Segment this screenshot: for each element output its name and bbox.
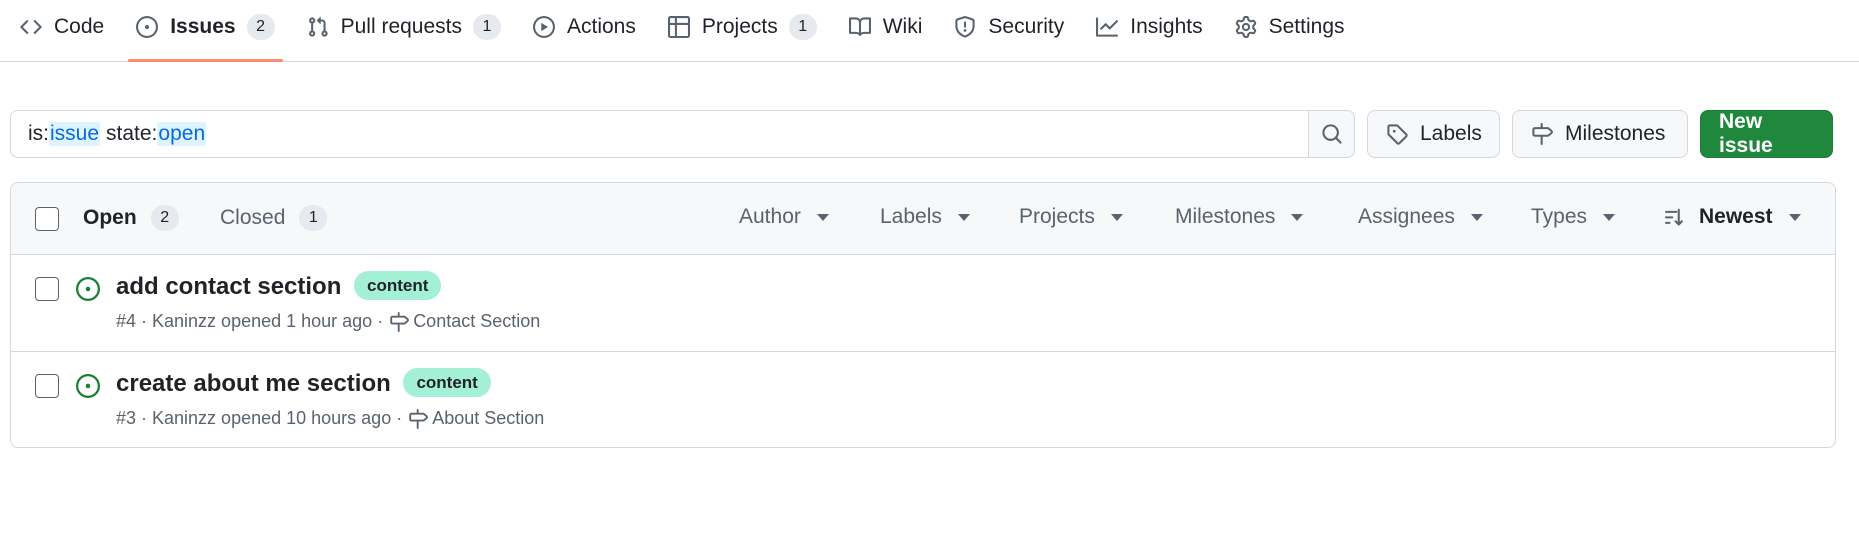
tab-pull-requests[interactable]: Pull requests 1 (293, 0, 515, 54)
issue-meta-text: #3 · Kaninzz opened 10 hours ago · (116, 408, 403, 428)
projects-counter: 1 (788, 14, 817, 40)
author-filter-label: Author (739, 205, 801, 228)
graph-icon (1096, 16, 1119, 38)
triangle-down-icon (1470, 213, 1483, 221)
issue-row: create about me section content #3 · Kan… (11, 352, 1835, 447)
tab-actions-label: Actions (567, 15, 636, 38)
search-button[interactable] (1308, 110, 1355, 158)
tab-pull-requests-label: Pull requests (340, 15, 462, 38)
open-issues-label: Open (83, 206, 137, 229)
triangle-down-icon (1110, 213, 1123, 221)
triangle-down-icon (816, 213, 829, 221)
closed-issues-label: Closed (220, 206, 286, 229)
repo-nav: Code Issues 2 Pull requests 1 Actions Pr… (0, 0, 1859, 62)
issue-title-link[interactable]: create about me section (116, 370, 391, 397)
issue-title-row: add contact section content (116, 271, 442, 301)
search-value-open: open (157, 122, 207, 146)
tab-security-label: Security (988, 15, 1065, 38)
assignees-filter-label: Assignees (1358, 205, 1455, 228)
search-input[interactable]: is: issue state: open (10, 110, 1308, 158)
issues-list: Open 2 Closed 1 Author Labels Projects M… (10, 182, 1836, 448)
tab-code-label: Code (54, 15, 105, 38)
labels-button[interactable]: Labels (1367, 110, 1500, 158)
tab-issues-label: Issues (170, 15, 236, 38)
issues-list-header: Open 2 Closed 1 Author Labels Projects M… (11, 183, 1835, 255)
issue-meta-text: #4 · Kaninzz opened 1 hour ago · (116, 311, 384, 331)
gear-icon (1235, 16, 1257, 38)
labels-filter-label: Labels (880, 205, 942, 228)
issue-milestone-link[interactable]: About Section (432, 408, 544, 429)
issue-opened-icon (136, 16, 159, 38)
triangle-down-icon (957, 213, 970, 221)
issues-toolbar: is: issue state: open Labels Milestones New… (10, 110, 1836, 158)
closed-issues-tab[interactable]: Closed 1 (220, 205, 328, 231)
search-icon (1321, 123, 1343, 145)
tab-projects[interactable]: Projects 1 (654, 0, 831, 54)
tab-wiki[interactable]: Wiki (835, 0, 937, 54)
issue-label-badge[interactable]: content (403, 368, 491, 397)
assignees-filter[interactable]: Assignees (1358, 205, 1483, 229)
issue-title-row: create about me section content (116, 368, 491, 398)
projects-filter[interactable]: Projects (1019, 205, 1123, 229)
issues-counter: 2 (246, 14, 275, 40)
author-filter[interactable]: Author (739, 205, 829, 229)
tab-projects-label: Projects (701, 15, 778, 38)
issue-meta: #4 · Kaninzz opened 1 hour ago · Contact… (116, 311, 540, 332)
milestone-icon (389, 311, 410, 332)
issue-meta: #3 · Kaninzz opened 10 hours ago · About… (116, 408, 544, 429)
tab-insights-label: Insights (1130, 15, 1203, 38)
issue-milestone-link[interactable]: Contact Section (413, 311, 540, 332)
tab-wiki-label: Wiki (882, 15, 923, 38)
new-issue-button[interactable]: New issue (1700, 110, 1833, 158)
search-value-issue: issue (49, 122, 101, 146)
types-filter-label: Types (1531, 205, 1588, 228)
triangle-down-icon (1788, 213, 1801, 221)
tag-icon (1386, 123, 1408, 145)
shield-icon (954, 16, 976, 38)
open-issues-counter: 2 (150, 205, 179, 231)
issue-checkbox[interactable] (35, 374, 59, 398)
labels-button-label: Labels (1420, 122, 1482, 145)
sort-dropdown[interactable]: Newest (1665, 205, 1801, 229)
issue-title-link[interactable]: add contact section (116, 273, 341, 300)
issue-label-badge[interactable]: content (354, 271, 442, 300)
open-issues-tab[interactable]: Open 2 (83, 205, 179, 231)
pull-requests-counter: 1 (473, 14, 501, 40)
milestones-filter[interactable]: Milestones (1175, 205, 1304, 229)
code-icon (20, 16, 42, 38)
git-pull-request-icon (307, 16, 329, 38)
types-filter[interactable]: Types (1531, 205, 1616, 229)
milestone-icon (408, 408, 429, 429)
tab-actions[interactable]: Actions (519, 0, 650, 54)
milestones-filter-label: Milestones (1175, 205, 1276, 228)
tab-security[interactable]: Security (940, 0, 1078, 54)
select-all-checkbox[interactable] (35, 207, 59, 231)
issue-row: add contact section content #4 · Kaninzz… (11, 255, 1835, 352)
search-qualifier-is: is: (28, 122, 49, 145)
issue-checkbox[interactable] (35, 277, 59, 301)
triangle-down-icon (1603, 213, 1616, 221)
triangle-down-icon (1291, 213, 1304, 221)
labels-filter[interactable]: Labels (880, 205, 970, 229)
milestone-icon (1531, 123, 1553, 145)
table-icon (667, 16, 690, 38)
tab-insights[interactable]: Insights (1082, 0, 1216, 54)
milestones-button[interactable]: Milestones (1512, 110, 1688, 158)
issue-opened-icon (76, 277, 100, 301)
search-qualifier-state: state: (106, 122, 158, 145)
sort-dropdown-label: Newest (1699, 205, 1773, 228)
tab-settings[interactable]: Settings (1221, 0, 1359, 54)
issue-opened-icon (76, 374, 100, 398)
closed-issues-counter: 1 (299, 205, 328, 231)
tab-issues[interactable]: Issues 2 (122, 0, 288, 62)
book-icon (848, 16, 871, 38)
projects-filter-label: Projects (1019, 205, 1095, 228)
play-icon (533, 16, 555, 38)
tab-code[interactable]: Code (6, 0, 118, 54)
milestones-button-label: Milestones (1565, 122, 1666, 145)
sort-desc-icon (1665, 206, 1687, 228)
tab-settings-label: Settings (1268, 15, 1345, 38)
